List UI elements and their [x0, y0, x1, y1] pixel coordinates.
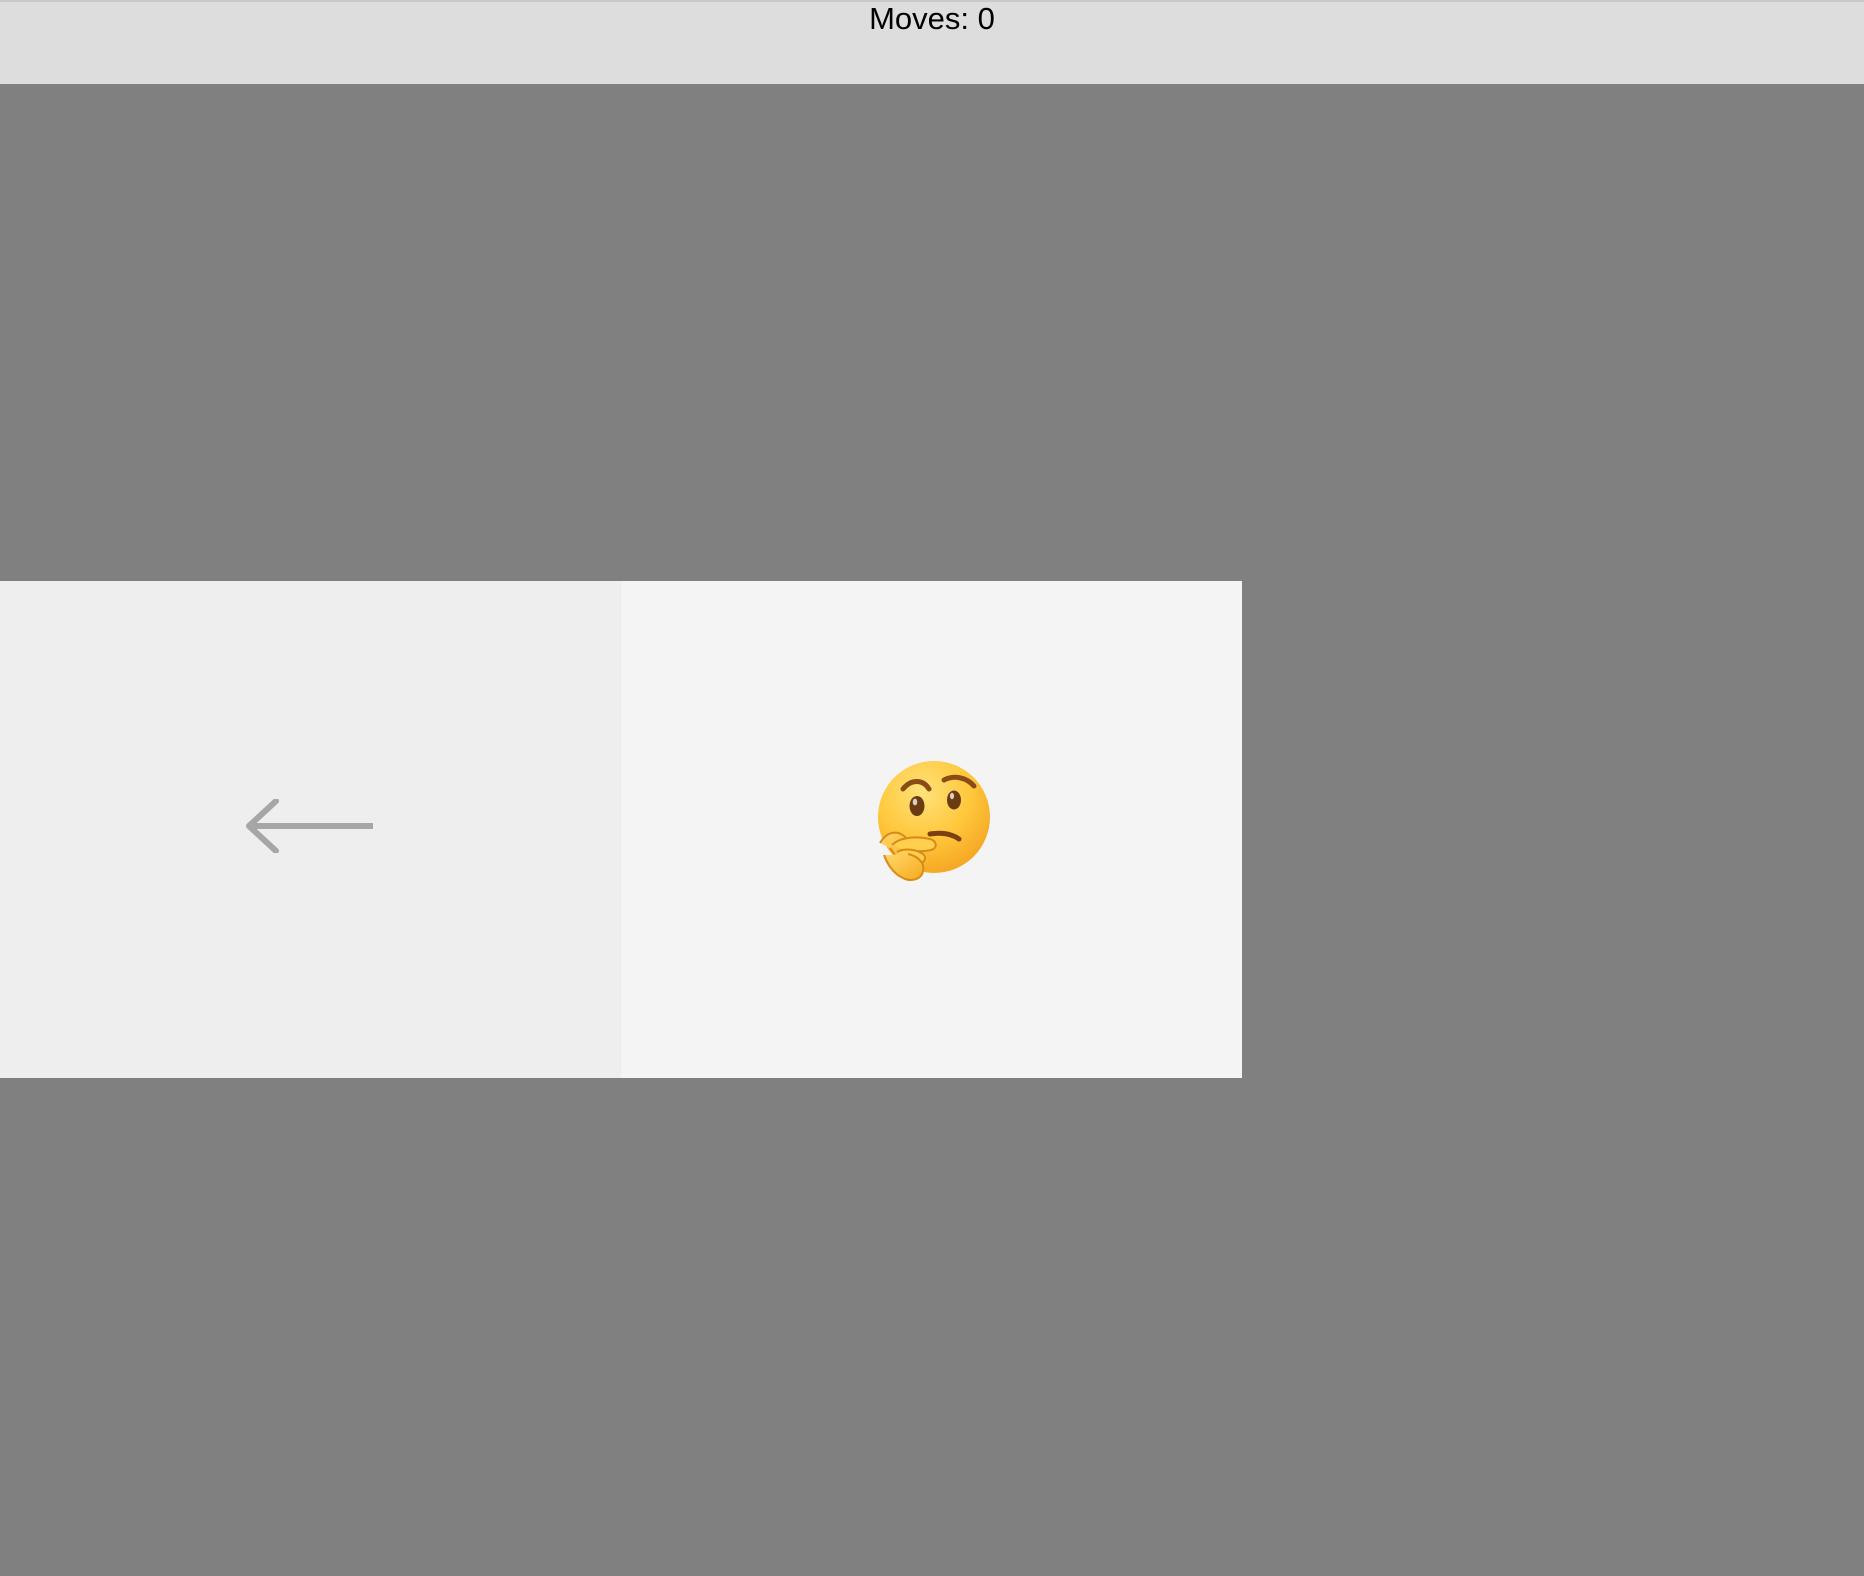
player-tile[interactable]: [621, 581, 1242, 1078]
game-board: [0, 84, 1864, 1576]
moves-counter: Moves: 0: [869, 1, 995, 36]
left-arrow-icon: [245, 799, 375, 853]
arrow-tile[interactable]: [0, 581, 621, 1078]
thinking-face-icon: [868, 755, 996, 883]
top-bar: Moves: 0: [0, 0, 1864, 84]
